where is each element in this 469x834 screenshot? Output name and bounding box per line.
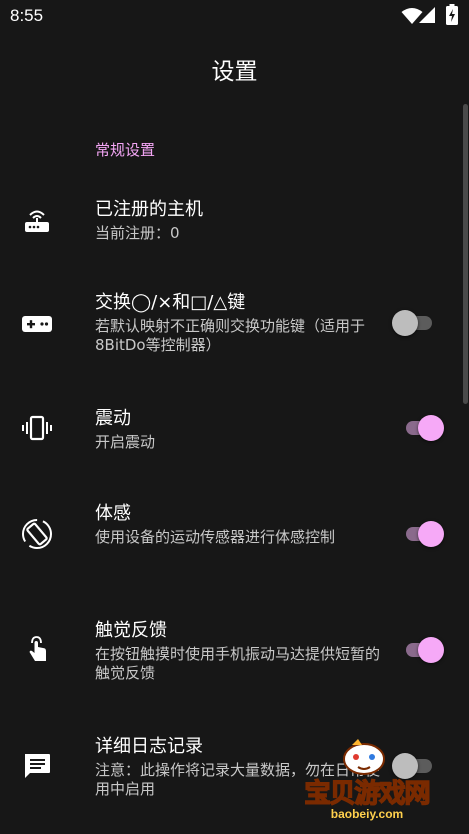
setting-summary: 若默认映射不正确则交换功能键（适用于8BitDo等控制器） [95,317,366,354]
gamepad-icon [22,316,52,332]
screen-rotation-icon [22,519,52,549]
settings-screen: 8:55 设置 常规设置 已注册的主机 当前注册：0 交换◯/×和□/△键 若默… [0,0,469,834]
setting-title: 交换◯/×和□/△键 [95,292,246,313]
swap-buttons-switch[interactable] [392,308,444,338]
status-time: 8:55 [10,6,44,25]
motion-switch[interactable] [392,519,444,549]
battery-charging-icon [446,4,458,25]
haptic-switch[interactable] [392,635,444,665]
router-icon [25,210,49,232]
settings-item-motion[interactable]: 体感 使用设备的运动传感器进行体感控制 [0,484,462,584]
vibration-icon [22,415,52,441]
setting-title: 详细日志记录 [95,736,203,757]
page-title: 设置 [211,59,258,85]
touch-icon [29,636,46,661]
switch-thumb [418,415,444,441]
vibration-switch[interactable] [392,413,444,443]
switch-thumb [392,310,418,336]
watermark-logo: 宝贝游戏网 baobeiy.com [292,735,442,825]
setting-summary: 在按钮触摸时使用手机振动马达提供短暂的触觉反馈 [95,645,381,682]
section-header: 常规设置 [95,141,156,159]
settings-item-vibration[interactable]: 震动 开启震动 [0,388,462,468]
setting-title: 震动 [95,408,131,429]
switch-thumb [418,521,444,547]
setting-summary: 当前注册：0 [95,224,180,242]
settings-item-registered-hosts[interactable]: 已注册的主机 当前注册：0 [0,184,462,254]
feedback-icon [25,754,50,778]
settings-item-haptic[interactable]: 触觉反馈 在按钮触摸时使用手机振动马达提供短暂的触觉反馈 [0,600,462,700]
scrollbar[interactable] [463,104,468,404]
setting-summary: 开启震动 [95,433,156,451]
setting-title: 已注册的主机 [95,199,203,220]
watermark-text: 宝贝游戏网 [304,778,432,810]
switch-thumb [418,637,444,663]
setting-title: 体感 [95,503,131,524]
setting-title: 触觉反馈 [95,620,167,641]
watermark-url: baobeiy.com [330,807,404,821]
setting-summary: 使用设备的运动传感器进行体感控制 [95,528,336,546]
signal-icon [419,7,435,23]
gamepad-mascot-icon [343,739,385,775]
status-bar: 8:55 [0,0,469,34]
settings-item-swap-buttons[interactable]: 交换◯/×和□/△键 若默认映射不正确则交换功能键（适用于8BitDo等控制器） [0,276,462,366]
